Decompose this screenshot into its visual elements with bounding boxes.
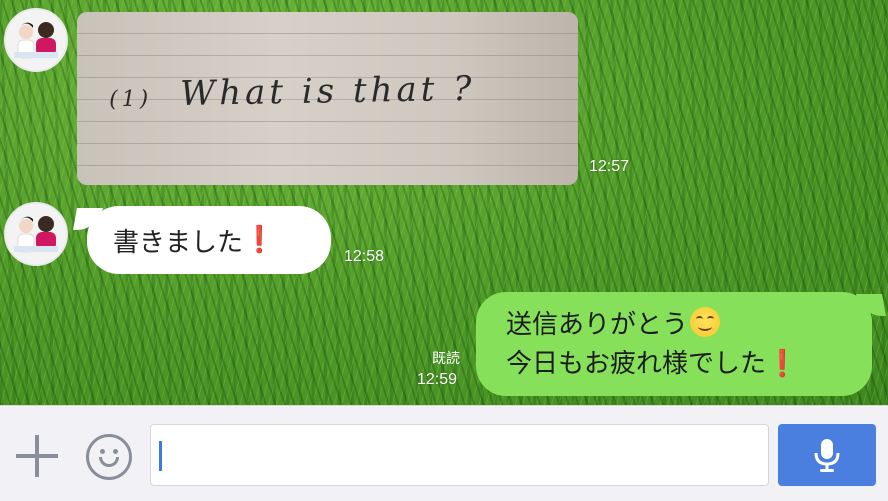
voice-input-button[interactable] bbox=[778, 424, 876, 486]
message-line-1: 送信ありがとう bbox=[506, 306, 872, 345]
incoming-message-bubble[interactable]: 書きました ❗ bbox=[87, 206, 331, 274]
read-receipt: 既読 bbox=[432, 350, 460, 366]
avatar[interactable] bbox=[4, 202, 68, 266]
avatar-image bbox=[6, 204, 66, 264]
message-text: 書きました bbox=[113, 227, 244, 258]
smiley-icon[interactable] bbox=[86, 434, 132, 480]
message-input[interactable] bbox=[150, 424, 769, 486]
text-cursor bbox=[159, 441, 162, 471]
image-message-handwritten-note[interactable]: (1) What is that ? bbox=[77, 12, 578, 185]
handwritten-text: (1) What is that ? bbox=[108, 68, 476, 114]
message-input-bar bbox=[0, 405, 888, 501]
exclamation-icon: ❗ bbox=[766, 349, 799, 379]
plus-icon[interactable] bbox=[16, 435, 58, 477]
smiling-face-icon bbox=[690, 307, 721, 337]
exclamation-icon: ❗ bbox=[243, 225, 276, 255]
outgoing-message-bubble[interactable]: 送信ありがとう 今日もお疲れ様でした❗ bbox=[476, 292, 872, 396]
message-time: 12:59 bbox=[417, 371, 458, 388]
chat-area[interactable]: (1) What is that ? 12:57 書きました ❗ 12:58 既読 … bbox=[0, 0, 888, 405]
avatar-image bbox=[6, 10, 66, 70]
microphone-icon bbox=[814, 439, 840, 472]
message-time: 12:58 bbox=[344, 248, 385, 265]
message-time: 12:57 bbox=[589, 158, 630, 175]
avatar[interactable] bbox=[4, 8, 68, 72]
message-line-2: 今日もお疲れ様でした❗ bbox=[506, 349, 799, 379]
